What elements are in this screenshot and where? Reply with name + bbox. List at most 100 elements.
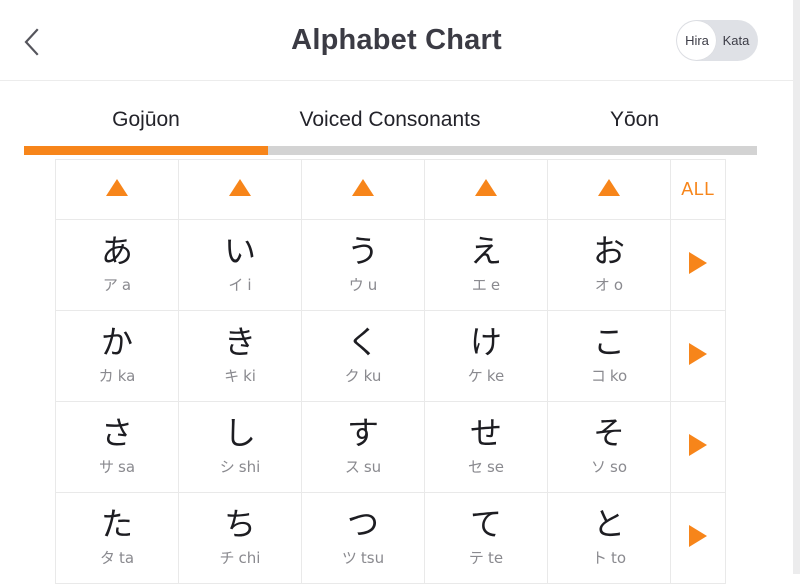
kana-cell[interactable]: い イi (178, 219, 302, 311)
kana-cell[interactable]: ち チ chi (178, 492, 302, 584)
kana-cell[interactable]: せ セ se (424, 401, 548, 493)
kana-character: あ (100, 231, 133, 270)
kana-character: た (100, 504, 133, 543)
table-row: た タ ta ち チ chi つ ツ tsu て テ te と ト to (55, 492, 726, 584)
kana-cell[interactable]: か カ ka (55, 310, 179, 402)
tab-gojuon[interactable]: Gojūon (24, 103, 268, 137)
romaji-text: te (487, 549, 504, 568)
triangle-right-icon[interactable] (689, 524, 707, 547)
kana-reading: ツ tsu (342, 547, 384, 568)
kana-character: し (223, 413, 256, 452)
romaji-text: to (610, 549, 627, 568)
triangle-up-icon[interactable] (106, 178, 128, 196)
kana-reading: セ se (468, 456, 504, 477)
kana-character: ち (223, 504, 256, 543)
row-play-cell[interactable] (670, 401, 726, 493)
kana-cell[interactable]: あ アa (55, 219, 179, 311)
katakana-character: オ (594, 276, 610, 295)
triangle-up-icon[interactable] (229, 178, 251, 196)
kana-cell[interactable]: た タ ta (55, 492, 179, 584)
column-play-cell-5[interactable] (547, 159, 671, 220)
kana-character: さ (100, 413, 133, 452)
triangle-right-icon[interactable] (689, 433, 707, 456)
kana-cell[interactable]: し シ shi (178, 401, 302, 493)
romaji-text: chi (238, 549, 261, 568)
kana-character: す (346, 413, 379, 452)
hira-kata-toggle[interactable]: Hira Kata (676, 20, 758, 61)
romaji-text: su (363, 458, 382, 477)
tab-yoon[interactable]: Yōon (512, 103, 757, 137)
tab-progress-track[interactable] (24, 146, 757, 155)
toggle-label-hira[interactable]: Hira (679, 20, 715, 61)
table-row: か カ ka き キ ki く ク ku け ケ ke こ コ ko (55, 310, 726, 402)
play-all-label[interactable]: ALL (681, 179, 715, 199)
katakana-character: ク (344, 367, 360, 386)
kana-reading: ケ ke (468, 365, 504, 386)
katakana-character: ス (344, 458, 360, 477)
kana-reading: カ ka (99, 365, 136, 386)
kana-reading: コ ko (591, 365, 627, 386)
romaji-text: so (610, 458, 627, 477)
page-edge-strip (793, 0, 800, 574)
kana-cell[interactable]: そ ソ so (547, 401, 671, 493)
kana-cell[interactable]: つ ツ tsu (301, 492, 425, 584)
triangle-up-icon[interactable] (475, 178, 497, 196)
triangle-right-icon[interactable] (689, 342, 707, 365)
kana-cell[interactable]: き キ ki (178, 310, 302, 402)
kana-cell[interactable]: う ウu (301, 219, 425, 311)
katakana-character: カ (98, 367, 114, 386)
kana-character: お (592, 231, 625, 270)
kana-reading: シ shi (220, 456, 261, 477)
kana-reading: タ ta (100, 547, 134, 568)
kana-cell[interactable]: さ サ sa (55, 401, 179, 493)
romaji-text: ke (486, 367, 505, 386)
triangle-right-icon[interactable] (689, 251, 707, 274)
kana-reading: ス su (345, 456, 381, 477)
kana-reading: ウu (349, 274, 378, 295)
katakana-character: エ (471, 276, 487, 295)
kana-character: く (346, 322, 379, 361)
romaji-text: ku (363, 367, 382, 386)
kana-character: て (469, 504, 502, 543)
romaji-text: ki (243, 367, 256, 386)
tab-voiced-consonants[interactable]: Voiced Consonants (268, 103, 512, 137)
kana-cell[interactable]: て テ te (424, 492, 548, 584)
katakana-character: テ (468, 549, 484, 568)
column-play-cell-2[interactable] (178, 159, 302, 220)
triangle-up-icon[interactable] (352, 178, 374, 196)
kana-character: せ (469, 413, 502, 452)
table-row: あ アa い イi う ウ u え エ e お オ o (55, 219, 726, 311)
kana-cell[interactable]: け ケ ke (424, 310, 548, 402)
kana-reading: キ ki (224, 365, 256, 386)
kana-reading: アa (103, 274, 131, 295)
kana-cell[interactable]: す ス su (301, 401, 425, 493)
row-play-cell[interactable] (670, 492, 726, 584)
kana-cell[interactable]: こ コ ko (547, 310, 671, 402)
row-play-cell[interactable] (670, 219, 726, 311)
kana-character: そ (592, 413, 625, 452)
column-play-cell-3[interactable] (301, 159, 425, 220)
katakana-character: ウ (348, 276, 364, 295)
romaji-text: o (613, 276, 624, 295)
katakana-character: キ (224, 367, 240, 386)
toggle-label-kata[interactable]: Kata (717, 20, 755, 61)
romaji-text: shi (238, 458, 261, 477)
romaji-text: sa (118, 458, 136, 477)
kana-cell[interactable]: お オo (547, 219, 671, 311)
back-button[interactable] (10, 20, 54, 64)
row-play-cell[interactable] (670, 310, 726, 402)
alphabet-chart-screen: Alphabet Chart Hira Kata Gojūon Voiced C… (0, 0, 800, 584)
column-play-cell-4[interactable] (424, 159, 548, 220)
kana-cell[interactable]: と ト to (547, 492, 671, 584)
kana-character: き (223, 322, 256, 361)
kana-cell[interactable]: く ク ku (301, 310, 425, 402)
kana-cell[interactable]: え エe (424, 219, 548, 311)
kana-character: う (346, 231, 379, 270)
play-all-cell[interactable]: ALL (670, 159, 726, 220)
table-row: さ サ sa し シ shi す ス su せ セ se そ ソ so (55, 401, 726, 493)
romaji-text: se (486, 458, 505, 477)
column-play-cell-1[interactable] (55, 159, 179, 220)
romaji-text: i (247, 276, 252, 295)
kana-reading: イi (228, 274, 251, 295)
triangle-up-icon[interactable] (598, 178, 620, 196)
